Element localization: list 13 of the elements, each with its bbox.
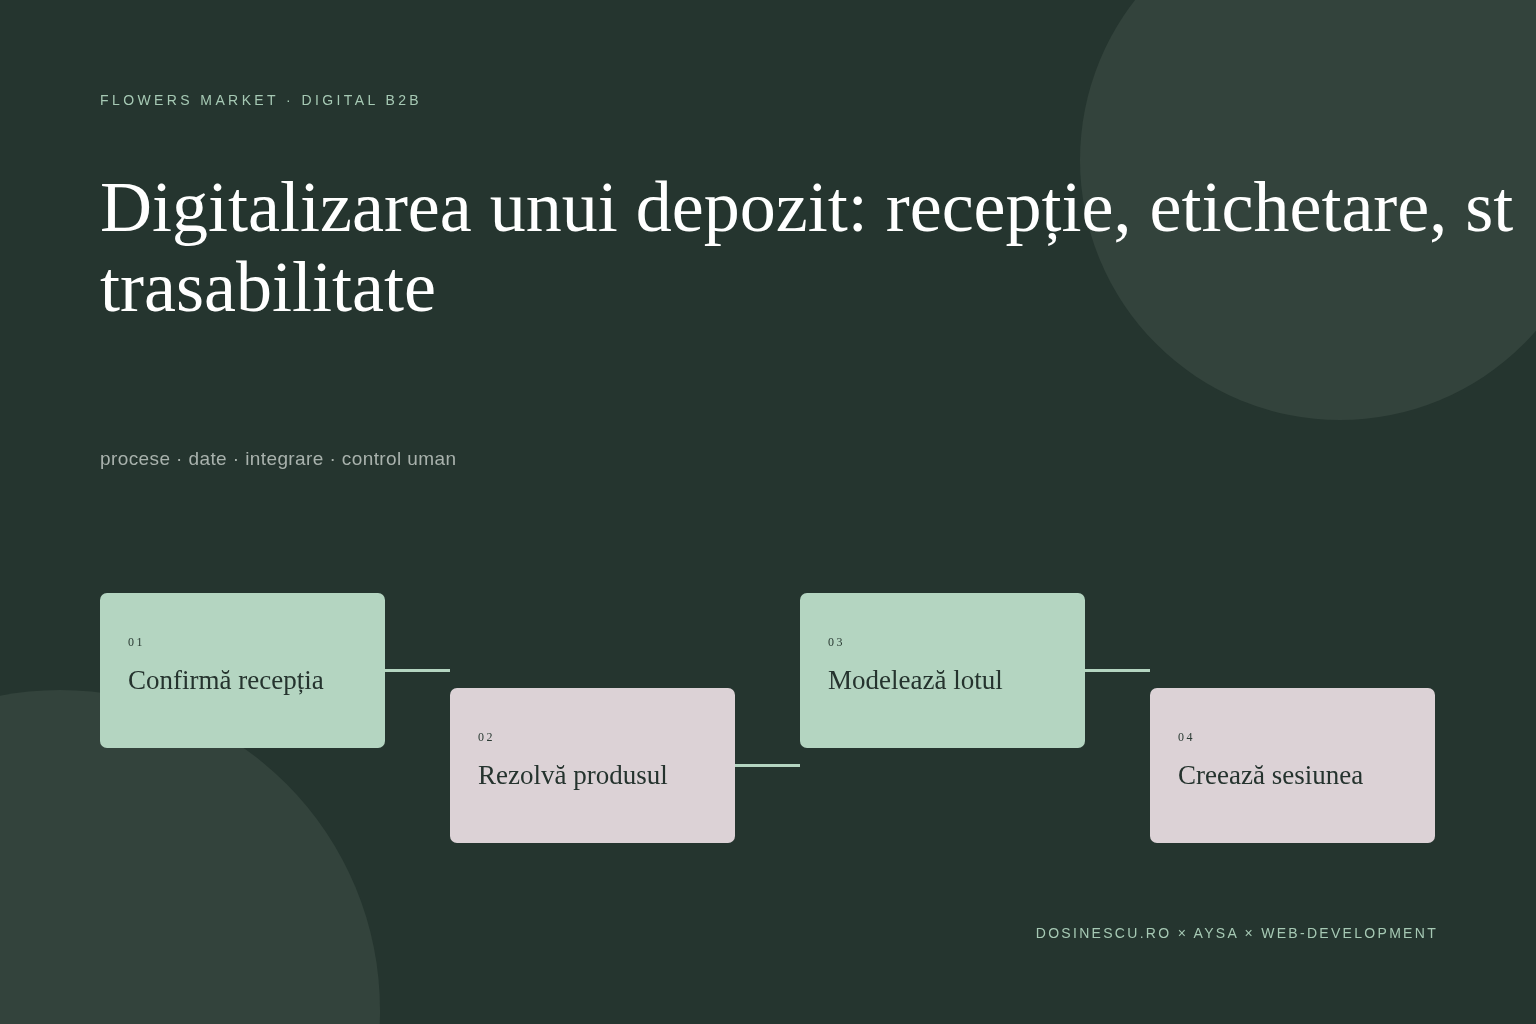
step-label: Confirmă recepția — [128, 665, 324, 695]
step-label: Modelează lotul — [828, 665, 1003, 695]
step-number: 02 — [478, 730, 495, 744]
step-number: 01 — [128, 635, 145, 649]
step-label: Creează sesiunea — [1178, 760, 1364, 790]
step-label: Rezolvă produsul — [478, 760, 668, 790]
eyebrow-label: FLOWERS MARKET · DIGITAL B2B — [100, 92, 423, 109]
step-number: 04 — [1178, 730, 1195, 744]
step-number: 03 — [828, 635, 845, 649]
slide-title: Digitalizarea unui depozit: recepție, etichetare, st trasabilitate — [100, 167, 1514, 327]
footer-credits: DOSINESCU.RO × AYSA × WEB-DEVELOPMENT — [1035, 925, 1438, 942]
connector-line — [735, 764, 800, 767]
subtitle: procese · date · integrare · control uman — [100, 448, 457, 470]
